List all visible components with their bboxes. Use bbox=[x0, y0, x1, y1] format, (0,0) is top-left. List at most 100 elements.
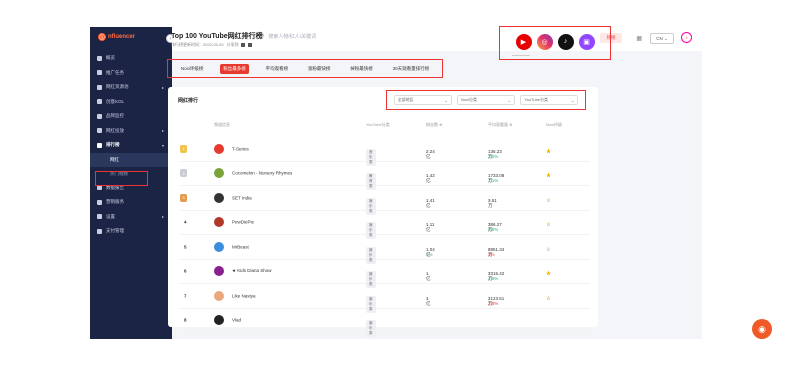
sidebar-item[interactable]: 推广任务 bbox=[90, 66, 172, 81]
platform-switcher: ▶ ◎ ♪ ▣ bbox=[499, 26, 611, 60]
table-row[interactable]: 8 Vlad 娱乐类 bbox=[180, 309, 590, 338]
filter-select[interactable]: 全部地区 ⌄ bbox=[393, 95, 452, 105]
logo[interactable]: ⓘ nfluencer bbox=[98, 33, 135, 41]
channel-name[interactable]: ★ Kids Diana Show bbox=[232, 268, 272, 274]
channel-avatar[interactable] bbox=[214, 290, 224, 301]
menu-icon bbox=[97, 199, 102, 205]
sidebar-item-label: 排行榜 bbox=[106, 142, 120, 148]
ranking-tab[interactable]: 涨粉最快榜 bbox=[305, 64, 334, 74]
chevron-down-icon: ⌄ bbox=[507, 97, 511, 103]
channel-avatar[interactable] bbox=[214, 266, 224, 277]
sidebar-item-label: 网红资源池 bbox=[106, 84, 129, 90]
share-link-icon[interactable] bbox=[248, 43, 253, 47]
chevron-down-icon: ⌄ bbox=[570, 97, 575, 103]
youtube-icon[interactable]: ▶ bbox=[515, 33, 532, 50]
chevron-down-icon: ⌄ bbox=[444, 97, 448, 103]
apps-grid-icon[interactable]: ▦ bbox=[636, 35, 642, 42]
page-subinfo: 排行榜更新时间：2022-05-09 分享到 bbox=[171, 42, 253, 48]
channel-avatar[interactable] bbox=[214, 192, 224, 203]
channel-avatar[interactable] bbox=[214, 217, 224, 228]
sidebar-item-label: 设置 bbox=[106, 213, 115, 219]
search-bar[interactable]: ⚲ 搜索人物/红人/关键词 bbox=[260, 33, 316, 40]
page-title: Top 100 YouTube网红排行榜 bbox=[171, 33, 263, 40]
sidebar-item[interactable]: 营销服务 bbox=[90, 195, 172, 210]
menu-icon bbox=[97, 113, 102, 119]
sidebar-item[interactable]: 网红投放 ▸ bbox=[90, 124, 172, 139]
rank-number: 1 bbox=[182, 146, 185, 152]
card-title: 网红排行 bbox=[178, 98, 199, 104]
filter-select[interactable]: YouTube分类 ⌄ bbox=[520, 95, 579, 105]
sidebar-item-label: 创意KOL bbox=[106, 98, 125, 104]
menu-icon bbox=[97, 185, 102, 191]
subscribers-change: ↑ 1% bbox=[426, 246, 433, 257]
rank-number: 5 bbox=[184, 244, 187, 250]
sidebar-subitem[interactable]: 网红 bbox=[90, 152, 172, 167]
filter-select-value: YouTube分类 bbox=[524, 97, 549, 102]
star-icon: ★ bbox=[546, 295, 553, 302]
channel-name[interactable]: MrBeast bbox=[232, 244, 249, 249]
subscribers-change: - bbox=[426, 222, 428, 228]
sidebar-item[interactable]: 创意KOL bbox=[90, 95, 172, 110]
sidebar-item-label: 品牌监控 bbox=[106, 113, 124, 119]
column-header[interactable]: 粉丝数 ⊕ bbox=[426, 122, 442, 128]
sidebar-item[interactable]: 支付管理 bbox=[90, 224, 172, 239]
sidebar-item[interactable]: 设置 ▸ bbox=[90, 210, 172, 225]
avg-views-change: ↑ 4.9% bbox=[488, 271, 499, 282]
channel-avatar[interactable] bbox=[214, 241, 224, 252]
language-select[interactable]: CN ⌄ bbox=[650, 33, 674, 44]
chevron-icon: ▸ bbox=[161, 128, 164, 134]
ranking-tab[interactable]: Noxi评级榜 bbox=[178, 64, 207, 74]
subscribers-change: - bbox=[426, 173, 428, 179]
sidebar-item-label: 营销服务 bbox=[106, 199, 124, 205]
subscribers-change: - bbox=[426, 295, 428, 301]
avg-views-change: ↓ 3% bbox=[488, 246, 495, 257]
sidebar-item[interactable]: 排行榜 ▾ bbox=[90, 138, 172, 153]
rank-number: 7 bbox=[184, 293, 187, 299]
ranking-tab[interactable]: 粉丝最多榜 bbox=[220, 63, 249, 74]
sidebar-item-label: 推广任务 bbox=[106, 69, 124, 75]
ranking-tab[interactable]: 平均观看榜 bbox=[263, 64, 292, 74]
search-input[interactable]: 搜索人物/红人/关键词 bbox=[268, 33, 316, 40]
channel-name[interactable]: SET India bbox=[232, 195, 252, 200]
ranking-tab[interactable]: 30天观看量排行榜 bbox=[390, 64, 433, 74]
table-row[interactable]: 3 SET India 娱乐类 1.41亿 -3.51万 - ★ ★ ★ ★ ★ bbox=[180, 186, 590, 215]
highlight-box-sidebar bbox=[95, 171, 148, 186]
sidebar-item-label: 网红投放 bbox=[106, 127, 124, 133]
sidebar-item[interactable]: 概览 bbox=[90, 51, 172, 66]
table-row[interactable]: 2 Cocomelon - Nursery Rhymes 教育类 1.42亿 -173… bbox=[180, 162, 590, 191]
channel-name[interactable]: T-Series bbox=[232, 146, 249, 151]
instagram-icon[interactable]: ◎ bbox=[536, 33, 553, 50]
channel-name[interactable]: Vlad bbox=[232, 318, 241, 323]
share-wechat-icon[interactable] bbox=[241, 43, 246, 47]
table-row[interactable]: 4 PewDiePie 娱乐类 1.11亿 -386.27万 ↑ 0.8% ★ ★ ★ ★ ★ bbox=[180, 211, 590, 240]
table-row[interactable]: 1 T-Series 音乐类 2.24亿 -136.23万 ↑ 3.5% ★ ★ ★ ★ ★ bbox=[180, 137, 590, 166]
notification-icon[interactable]: ♪ bbox=[681, 32, 692, 43]
chat-support-icon[interactable]: ◉ bbox=[752, 319, 772, 339]
column-header[interactable]: 平均观看量 ⊕ bbox=[488, 122, 512, 128]
channel-name[interactable]: PewDiePie bbox=[232, 220, 254, 225]
table-row[interactable]: 5 MrBeast 娱乐类 1.04亿 ↑ 1% 8951.34万 ↓ 3% ★ ★ ★ ★ ★ bbox=[180, 235, 590, 264]
sidebar-item[interactable]: 品牌监控 bbox=[90, 109, 172, 124]
filter-select[interactable]: Noxi分类 ⌄ bbox=[456, 95, 515, 105]
rank-number: 8 bbox=[184, 317, 187, 323]
table-body: 1 T-Series 音乐类 2.24亿 -136.23万 ↑ 3.5% ★ ★ ★ ★ ★ 2 C… bbox=[180, 137, 590, 338]
channel-avatar[interactable] bbox=[214, 143, 224, 154]
sidebar-item[interactable]: 网红资源池 ▸ bbox=[90, 80, 172, 95]
twitch-icon[interactable]: ▣ bbox=[578, 33, 595, 50]
subscribers-change: - bbox=[426, 271, 428, 277]
avg-views-change: ↑ 3.5% bbox=[488, 148, 499, 159]
chevron-icon: ▸ bbox=[161, 214, 164, 220]
table-row[interactable]: 7 Like Nastya 娱乐类 1亿 -2123.51万 ↓ 2.8% ★ ★ ★ ★ ★ bbox=[180, 284, 590, 313]
logo-mark-icon: ⓘ bbox=[98, 33, 106, 41]
ranking-tab[interactable]: 掉粉最快榜 bbox=[347, 64, 376, 74]
tiktok-icon[interactable]: ♪ bbox=[557, 33, 574, 50]
channel-avatar[interactable] bbox=[214, 315, 224, 326]
channel-avatar[interactable] bbox=[214, 168, 224, 179]
language-label: CN bbox=[656, 36, 663, 41]
ranking-tabs: Noxi评级榜 粉丝最多榜 平均观看榜 涨粉最快榜 掉粉最快榜 30天观看量排行榜 bbox=[167, 59, 443, 78]
channel-name[interactable]: Cocomelon - Nursery Rhymes bbox=[232, 171, 292, 176]
table-row[interactable]: 6 ★ Kids Diana Show 娱乐类 1亿 -3315.42万 ↑ 4.9%… bbox=[180, 260, 590, 289]
channel-name[interactable]: Like Nastya bbox=[232, 293, 256, 298]
star-icon: ★ bbox=[546, 148, 553, 155]
filter-select-value: 全部地区 bbox=[397, 97, 414, 102]
